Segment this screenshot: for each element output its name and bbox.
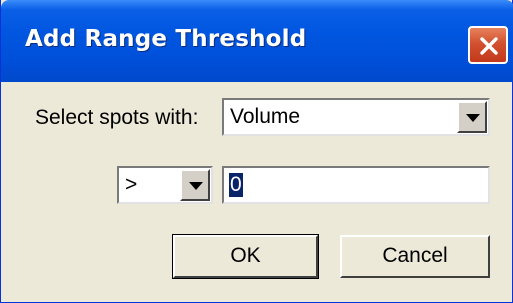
operator-select-dropdown-button[interactable] bbox=[180, 169, 210, 201]
add-range-threshold-dialog: Add Range Threshold Select spots with: V… bbox=[0, 0, 513, 303]
close-x-icon bbox=[480, 37, 498, 55]
field-select-value: Volume bbox=[230, 105, 301, 128]
dialog-body: Select spots with: Volume > 0 OK Cancel bbox=[1, 82, 512, 303]
threshold-input[interactable]: 0 bbox=[222, 166, 490, 204]
dialog-title: Add Range Threshold bbox=[25, 26, 307, 52]
threshold-input-value: 0 bbox=[229, 173, 243, 197]
operator-select-value: > bbox=[125, 173, 138, 196]
title-bar[interactable]: Add Range Threshold bbox=[1, 0, 513, 82]
ok-button[interactable]: OK bbox=[172, 234, 319, 279]
select-spots-label: Select spots with: bbox=[35, 106, 199, 129]
chevron-down-icon bbox=[466, 114, 480, 122]
operator-select[interactable]: > bbox=[117, 166, 213, 204]
chevron-down-icon bbox=[189, 182, 203, 190]
cancel-button[interactable]: Cancel bbox=[340, 235, 490, 278]
close-button[interactable] bbox=[468, 26, 508, 64]
field-select-dropdown-button[interactable] bbox=[457, 101, 487, 133]
field-select[interactable]: Volume bbox=[222, 98, 490, 136]
